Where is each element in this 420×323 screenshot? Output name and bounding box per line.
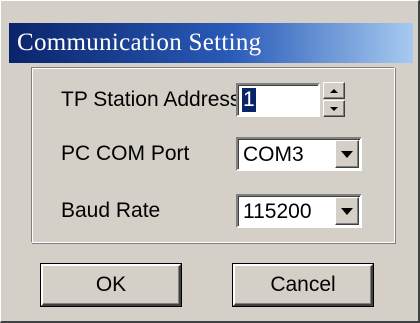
spin-up-arrow-icon [330,88,338,93]
cancel-button[interactable]: Cancel [233,264,373,306]
com-port-label: PC COM Port [61,142,190,165]
com-port-select[interactable]: COM3 [236,137,362,171]
communication-setting-dialog: Communication Setting TP Station Address… [0,0,420,323]
station-address-value: 1 [242,88,256,112]
com-port-value: COM3 [243,143,304,166]
station-address-label: TP Station Address [61,88,241,111]
ok-button[interactable]: OK [41,264,181,306]
com-port-dropdown-button[interactable] [335,140,359,168]
title-bar[interactable]: Communication Setting [9,23,413,63]
baud-rate-value: 115200 [243,200,312,223]
station-address-input[interactable]: 1 [236,83,320,117]
spin-down-arrow-icon [330,106,338,111]
spin-up-button[interactable] [323,82,345,99]
spin-down-button[interactable] [323,100,345,117]
baud-rate-select[interactable]: 115200 [236,194,362,228]
baud-rate-label: Baud Rate [61,199,161,222]
chevron-down-icon [341,207,353,215]
window-title: Communication Setting [17,29,262,56]
baud-rate-dropdown-button[interactable] [335,197,359,225]
chevron-down-icon [341,150,353,158]
